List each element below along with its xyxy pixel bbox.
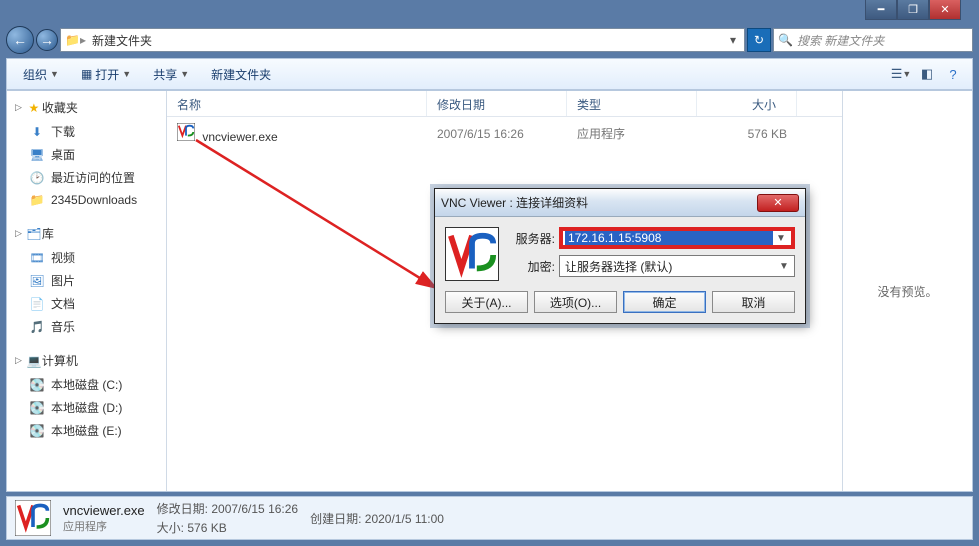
chevron-down-icon[interactable]: ▼ [776,261,792,272]
server-label: 服务器: [509,230,555,247]
status-file-icon [15,500,51,536]
star-icon: ★ [26,100,42,116]
preview-empty: 没有预览。 [877,283,937,300]
sidebar-item-documents[interactable]: 📄文档 [7,292,166,315]
sidebar-item-desktop[interactable]: 🖥桌面 [7,143,166,166]
organize-menu[interactable]: 组织▼ [15,64,67,85]
preview-pane: 没有预览。 [842,91,972,491]
sidebar-item-drive-e[interactable]: 💽本地磁盘 (E:) [7,419,166,442]
library-icon: 🗂 [26,226,42,242]
about-button[interactable]: 关于(A)... [445,291,528,313]
dialog-title: VNC Viewer : 连接详细资料 [441,194,588,211]
sidebar: ▷★收藏夹 ⬇下载 🖥桌面 🕑最近访问的位置 📁2345Downloads ▷🗂… [7,91,167,491]
address-segment[interactable]: 新建文件夹 [86,32,158,49]
dialog-close-button[interactable]: ✕ [757,194,799,212]
server-value: 172.16.1.15:5908 [565,231,773,245]
status-type: 应用程序 [63,518,145,534]
file-type: 应用程序 [567,123,697,144]
sidebar-item-downloads[interactable]: ⬇下载 [7,120,166,143]
download-icon: ⬇ [29,124,45,140]
sidebar-item-video[interactable]: 🎞视频 [7,246,166,269]
sidebar-item-2345[interactable]: 📁2345Downloads [7,189,166,211]
file-date: 2007/6/15 16:26 [427,125,567,143]
document-icon: 📄 [29,296,45,312]
desktop-icon: 🖥 [29,147,45,163]
options-button[interactable]: 选项(O)... [534,291,617,313]
vnc-logo-icon [445,227,499,281]
maximize-button[interactable]: ❐ [897,0,929,20]
computer-group[interactable]: ▷💻计算机 [7,348,166,373]
libraries-group[interactable]: ▷🗂库 [7,221,166,246]
sidebar-item-music[interactable]: 🎵音乐 [7,315,166,338]
toolbar: 组织▼ ▦打开▼ 共享▼ 新建文件夹 ☰ ▼ ◧ ? [6,58,973,90]
sidebar-item-drive-d[interactable]: 💽本地磁盘 (D:) [7,396,166,419]
drive-icon: 💽 [29,377,45,393]
folder-icon: 📁 [65,33,80,47]
file-row[interactable]: vncviewer.exe 2007/6/15 16:26 应用程序 576 K… [167,117,842,150]
share-menu[interactable]: 共享▼ [145,64,197,85]
file-size: 576 KB [697,125,797,143]
back-button[interactable]: ← [6,26,34,54]
minimize-button[interactable]: ━ [865,0,897,20]
encrypt-value: 让服务器选择 (默认) [562,258,776,275]
new-folder-button[interactable]: 新建文件夹 [203,64,279,85]
music-icon: 🎵 [29,319,45,335]
forward-button[interactable]: → [36,29,58,51]
cancel-button[interactable]: 取消 [712,291,795,313]
chevron-down-icon[interactable]: ▼ [773,233,789,244]
favorites-group[interactable]: ▷★收藏夹 [7,95,166,120]
search-input[interactable]: 🔍 搜索 新建文件夹 [773,28,973,52]
drive-icon: 💽 [29,423,45,439]
sidebar-item-pictures[interactable]: 🖼图片 [7,269,166,292]
help-icon[interactable]: ? [942,64,964,84]
col-name[interactable]: 名称 [167,91,427,116]
col-size[interactable]: 大小 [697,91,797,116]
server-combo[interactable]: 172.16.1.15:5908 ▼ [559,227,795,249]
status-bar: vncviewer.exe 应用程序 修改日期: 2007/6/15 16:26… [6,496,973,540]
pictures-icon: 🖼 [29,273,45,289]
refresh-button[interactable]: ↻ [747,28,771,52]
sidebar-item-recent[interactable]: 🕑最近访问的位置 [7,166,166,189]
folder-icon: 📁 [29,192,45,208]
view-icon[interactable]: ☰ ▼ [890,64,912,84]
open-icon: ▦ [81,67,92,81]
video-icon: 🎞 [29,250,45,266]
preview-pane-icon[interactable]: ◧ [916,64,938,84]
search-icon: 🔍 [778,33,793,47]
address-dropdown[interactable]: ▾ [726,33,740,47]
address-bar[interactable]: 📁 ▸ 新建文件夹 ▾ [60,28,745,52]
search-placeholder: 搜索 新建文件夹 [797,32,884,49]
status-name: vncviewer.exe [63,503,145,518]
col-type[interactable]: 类型 [567,91,697,116]
encrypt-label: 加密: [509,258,555,275]
dialog-titlebar[interactable]: VNC Viewer : 连接详细资料 ✕ [435,189,805,217]
col-date[interactable]: 修改日期 [427,91,567,116]
recent-icon: 🕑 [29,170,45,186]
open-button[interactable]: ▦打开▼ [73,64,139,85]
ok-button[interactable]: 确定 [623,291,706,313]
computer-icon: 💻 [26,353,42,369]
file-name: vncviewer.exe [202,130,277,144]
encrypt-combo[interactable]: 让服务器选择 (默认) ▼ [559,255,795,277]
drive-icon: 💽 [29,400,45,416]
sidebar-item-drive-c[interactable]: 💽本地磁盘 (C:) [7,373,166,396]
close-button[interactable]: ✕ [929,0,961,20]
vnc-file-icon [177,123,195,141]
vnc-dialog: VNC Viewer : 连接详细资料 ✕ 服务器: 172.16.1.15:5… [434,188,806,324]
